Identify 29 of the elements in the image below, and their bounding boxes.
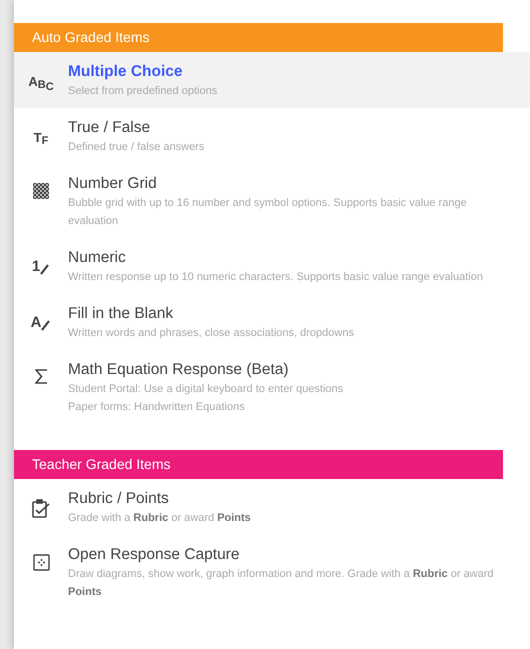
item-description: Defined true / false answers <box>68 140 204 155</box>
menu-item[interactable]: Math Equation Response (Beta) Student Portal: Use a digital keyboard to enter questions Paper forms: Handwritten Equations <box>14 350 530 424</box>
item-description: Bubble grid with up to 16 number and symbol options. Supports basic value range evaluation <box>68 196 468 229</box>
item-title: Number Grid <box>68 174 158 194</box>
menu-item[interactable]: Rubric / Points Grade with a Rubric or award Points <box>14 479 530 535</box>
item-title: Fill in the Blank <box>68 304 174 324</box>
grid-icon <box>33 183 49 199</box>
item-title: Multiple Choice <box>68 62 184 82</box>
menu-item[interactable]: Number Grid Bubble grid with up to 16 number and symbol options. Supports basic value range evaluation <box>14 164 530 238</box>
item-title: Rubric / Points <box>68 489 170 509</box>
section-header: Teacher Graded Items <box>14 450 503 479</box>
section-header: Auto Graded Items <box>14 23 503 52</box>
menu-item[interactable]: A Fill in the Blank Written words and phrases, close associations, dropdowns <box>14 294 530 350</box>
item-description: Select from predefined options <box>68 84 218 99</box>
frame-icon <box>32 554 50 571</box>
item-description: Student Portal: Use a digital keyboard to enter questions <box>68 382 344 397</box>
item-description: Written response up to 10 numeric characters. Supports basic value range evaluation <box>68 270 483 285</box>
item-title: True / False <box>68 118 152 138</box>
menu-item[interactable]: 1 Numeric Written response up to 10 numeric characters. Supports basic value range evaluation <box>14 238 530 294</box>
item-title: Numeric <box>68 248 127 268</box>
item-description: Written words and phrases, close associations, dropdowns <box>68 326 354 341</box>
menu-item[interactable]: Open Response Capture Draw diagrams, show work, graph information and more. Grade with a Rubric or award Points <box>14 535 530 609</box>
item-description: Paper forms: Handwritten Equations <box>68 400 246 415</box>
item-title: Math Equation Response (Beta) <box>68 360 290 380</box>
item-title: Open Response Capture <box>68 545 240 565</box>
item-description: Grade with a Rubric or award Points <box>68 511 251 526</box>
item-description: Draw diagrams, show work, graph information and more. Grade with a Rubric or award Points <box>68 567 495 600</box>
sigma-icon <box>34 369 48 384</box>
clipboard-check-icon <box>31 498 51 518</box>
